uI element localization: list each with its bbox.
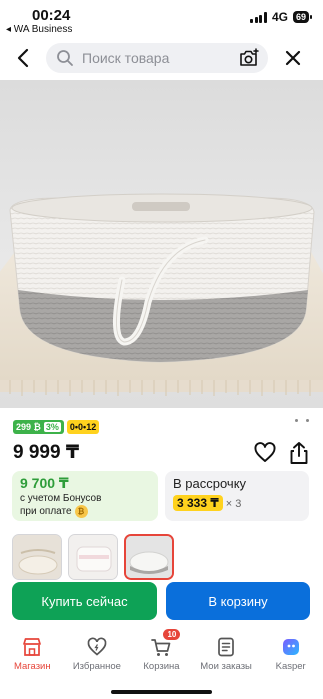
nav-item-cart[interactable]: 10 Корзина [129, 628, 194, 678]
search-placeholder: Поиск товара [82, 50, 170, 66]
basket-illustration [0, 193, 323, 396]
installment-tag[interactable]: 0•0•12 [66, 420, 100, 434]
heart-icon [87, 637, 107, 656]
product-price: 9 999 ₸ [13, 442, 80, 463]
bonus-price: 9 700 ₸ [20, 475, 69, 491]
orders-icon [218, 637, 234, 657]
nav-item-kasper[interactable]: Kasper [258, 628, 323, 678]
product-thumbnails [12, 534, 174, 580]
back-to-app-link[interactable]: ◂ WA Business [6, 24, 72, 35]
share-icon[interactable] [287, 440, 311, 466]
kasper-icon [282, 639, 299, 655]
nav-item-shop[interactable]: Магазин [0, 628, 65, 678]
nav-label-cart: Корзина [143, 661, 180, 672]
status-time: 00:24 [32, 7, 71, 24]
promo-tags: 299 ₿ 3% 0•0•12 [13, 420, 100, 434]
cart-count-badge: 10 [163, 629, 181, 640]
camera-search-icon[interactable] [238, 48, 260, 68]
add-to-cart-button[interactable]: В корзину [166, 582, 310, 620]
installment-multiplier: × 3 [225, 498, 242, 510]
signal-icon [250, 11, 267, 23]
thumbnail[interactable] [12, 534, 62, 580]
thumbnail-selected[interactable] [124, 534, 174, 580]
close-icon[interactable] [282, 47, 304, 69]
status-indicators: 4G 69 [250, 10, 313, 24]
battery-icon: 69 [292, 11, 313, 23]
back-arrow-icon[interactable] [12, 46, 36, 70]
pagination-dot [295, 419, 298, 422]
bonus-tag-value: 299 ₿ [16, 422, 41, 432]
bonus-price-card[interactable]: 9 700 ₸ с учетом Бонусов при оплате ₿ [12, 471, 158, 521]
bonus-note-line2-wrap: при оплате ₿ [20, 505, 150, 518]
pagination-dot [306, 419, 309, 422]
search-input[interactable]: Поиск товара [46, 43, 268, 73]
installment-card[interactable]: В рассрочку 3 333 ₸ × 3 [165, 471, 309, 521]
product-image[interactable] [0, 80, 323, 408]
nav-label-orders: Мои заказы [200, 661, 252, 672]
nav-item-orders[interactable]: Мои заказы [194, 628, 259, 678]
bonus-tag-percent: 3% [43, 422, 61, 432]
nav-label-favorites: Избранное [72, 661, 121, 672]
buy-now-button[interactable]: Купить сейчас [12, 582, 157, 620]
status-bar: 00:24 ◂ WA Business 4G 69 [0, 0, 323, 38]
image-pagination-dots [295, 419, 309, 422]
bonus-note-line2: при оплате [20, 506, 72, 518]
nav-label-kasper: Kasper [275, 661, 306, 672]
nav-item-favorites[interactable]: Избранное [65, 628, 130, 678]
nav-label-shop: Магазин [13, 661, 51, 672]
installment-title: В рассрочку [173, 476, 247, 491]
installment-amount: 3 333 ₸ [173, 495, 223, 511]
network-type: 4G [271, 10, 288, 24]
home-indicator[interactable] [111, 690, 212, 694]
bottom-navigation: Магазин Избранное 10 Корзина Мои заказы [0, 628, 323, 678]
thumbnail[interactable] [68, 534, 118, 580]
thumbnail-image [126, 536, 172, 578]
bonus-coin-icon: ₿ [74, 505, 88, 518]
search-header: Поиск товара [0, 40, 323, 76]
bonus-tag[interactable]: 299 ₿ 3% [13, 420, 64, 434]
bonus-note-line1: с учетом Бонусов [20, 493, 102, 504]
thumbnail-image [13, 535, 61, 579]
search-icon [57, 50, 73, 66]
shop-icon [23, 638, 42, 656]
heart-icon[interactable] [253, 441, 277, 465]
thumbnail-image [69, 535, 117, 579]
